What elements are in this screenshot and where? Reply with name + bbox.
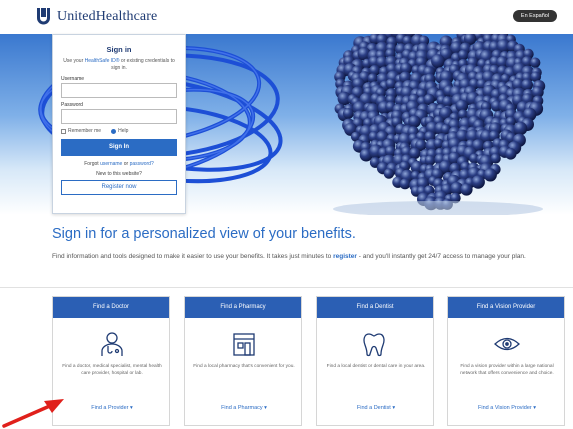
annotation-arrow-icon xyxy=(2,399,64,428)
blueberry xyxy=(399,178,411,190)
card-title: Find a Doctor xyxy=(53,297,169,318)
pharmacy-icon xyxy=(233,333,255,356)
blueberry xyxy=(457,49,469,61)
find-dentist-link[interactable]: Find a Dentist ▾ xyxy=(317,405,435,411)
blueberry xyxy=(483,168,497,182)
help-icon[interactable] xyxy=(111,128,117,134)
blueberry xyxy=(424,155,436,166)
find-pharmacy-link[interactable]: Find a Pharmacy ▾ xyxy=(185,405,303,411)
find-provider-link[interactable]: Find a Provider ▾ xyxy=(53,405,171,411)
doctor-icon xyxy=(101,332,123,356)
card-title: Find a Vision Provider xyxy=(448,297,564,318)
intro-text: Find information and tools designed to m… xyxy=(52,253,526,260)
tooth-icon xyxy=(363,333,385,357)
blueberry xyxy=(431,54,445,68)
blueberry xyxy=(460,183,473,196)
card-description: Find a vision provider within a large na… xyxy=(460,364,554,376)
signin-panel: Sign in Use your HealthSafe ID® or exist… xyxy=(52,34,186,214)
page-headline: Sign in for a personalized view of your … xyxy=(52,226,356,242)
forgot-username-link[interactable]: username xyxy=(100,161,122,167)
site-header: UnitedHealthcare En Español xyxy=(0,0,573,34)
username-input[interactable] xyxy=(61,83,177,98)
brand-name: UnitedHealthcare xyxy=(57,8,158,24)
register-link[interactable]: register xyxy=(333,253,357,260)
password-label: Password xyxy=(61,102,83,108)
section-divider xyxy=(0,287,573,288)
signin-button[interactable]: Sign In xyxy=(61,139,177,156)
card-description: Find a local pharmacy that's convenient … xyxy=(193,364,295,369)
help-link[interactable]: Help xyxy=(118,128,128,134)
eye-icon xyxy=(494,337,520,351)
find-vision-provider-link[interactable]: Find a Vision Provider ▾ xyxy=(448,405,566,411)
card-title: Find a Pharmacy xyxy=(185,297,301,318)
card-find-pharmacy: Find a Pharmacy Find a local pharmacy th… xyxy=(184,296,302,426)
blueberry xyxy=(513,121,528,136)
brand-logo[interactable]: UnitedHealthcare xyxy=(36,7,157,26)
card-description: Find a doctor, medical specialist, menta… xyxy=(62,364,162,376)
language-toggle-button[interactable]: En Español xyxy=(513,10,557,22)
card-title: Find a Dentist xyxy=(317,297,433,318)
remember-me-label: Remember me xyxy=(68,128,102,134)
forgot-credentials: Forgot username or password? xyxy=(84,161,154,167)
new-to-site-text: New to this website? xyxy=(96,171,142,177)
blueberry xyxy=(471,175,485,189)
blueberry-heart xyxy=(334,34,546,211)
blueberry xyxy=(530,57,541,68)
signin-title: Sign in xyxy=(106,45,132,54)
blueberry xyxy=(490,153,501,164)
card-find-vision: Find a Vision Provider Find a vision pro… xyxy=(447,296,565,426)
card-description: Find a local dentist or dental care in y… xyxy=(326,364,426,369)
register-now-button[interactable]: Register now xyxy=(61,180,177,195)
forgot-password-link[interactable]: password? xyxy=(130,161,154,167)
uhc-logo-icon xyxy=(37,8,50,25)
blueberry xyxy=(343,108,354,119)
remember-me-checkbox[interactable] xyxy=(61,128,66,134)
card-find-dentist: Find a Dentist Find a local dentist or d… xyxy=(316,296,434,426)
signin-description: Use your HealthSafe ID® or existing cred… xyxy=(63,58,175,71)
healthsafe-id-link[interactable]: HealthSafe ID® xyxy=(85,58,120,64)
password-input[interactable] xyxy=(61,109,177,124)
blueberry xyxy=(383,168,395,179)
blueberry xyxy=(504,148,517,160)
username-label: Username xyxy=(61,76,85,82)
signin-options: Remember me Help xyxy=(61,128,177,134)
